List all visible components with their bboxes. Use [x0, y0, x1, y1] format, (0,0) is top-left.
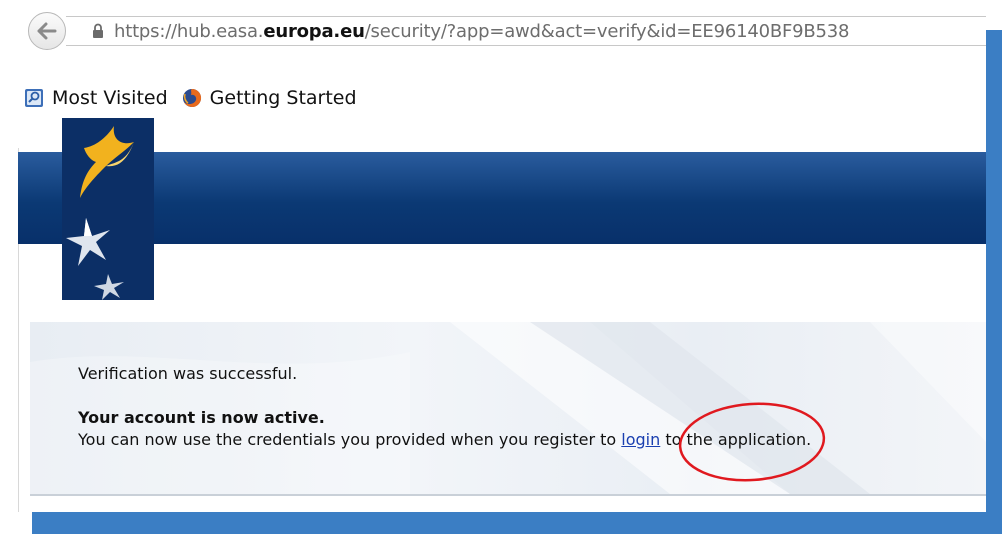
verification-message: Verification was successful.: [78, 364, 298, 383]
navigation-toolbar: https://hub.easa.europa.eu/security/?app…: [0, 0, 986, 68]
bookmark-getting-started[interactable]: Getting Started: [182, 87, 357, 109]
url-suffix: /security/?app=awd&act=verify&id=EE96140…: [364, 20, 850, 42]
url-prefix: https://hub.easa.: [114, 20, 264, 42]
account-active-heading: Your account is now active.: [78, 408, 325, 427]
login-link[interactable]: login: [621, 430, 660, 449]
screenshot-frame-bottom: [32, 512, 1002, 534]
back-arrow-icon: [37, 22, 57, 40]
lock-icon: [92, 23, 104, 39]
header-banner: [18, 152, 986, 244]
bookmark-label: Getting Started: [209, 87, 357, 109]
bookmark-label: Most Visited: [52, 87, 168, 109]
url-field[interactable]: https://hub.easa.europa.eu/security/?app…: [66, 16, 986, 46]
web-page: Verification was successful. Your accoun…: [18, 118, 986, 512]
message-panel: Verification was successful. Your accoun…: [30, 322, 986, 496]
bookmark-most-visited[interactable]: Most Visited: [24, 87, 168, 109]
back-button[interactable]: [28, 12, 66, 50]
url-text: https://hub.easa.europa.eu/security/?app…: [114, 21, 849, 42]
bookmarks-toolbar: Most Visited Getting Started: [0, 80, 986, 116]
easa-logo: [62, 118, 154, 300]
screenshot-frame-right: [986, 30, 1002, 534]
url-domain: europa.eu: [263, 20, 365, 42]
instructions-before: You can now use the credentials you prov…: [78, 430, 622, 449]
firefox-icon: [182, 88, 201, 107]
bookmarks-icon: [25, 89, 43, 107]
annotation-circle: [678, 402, 826, 482]
